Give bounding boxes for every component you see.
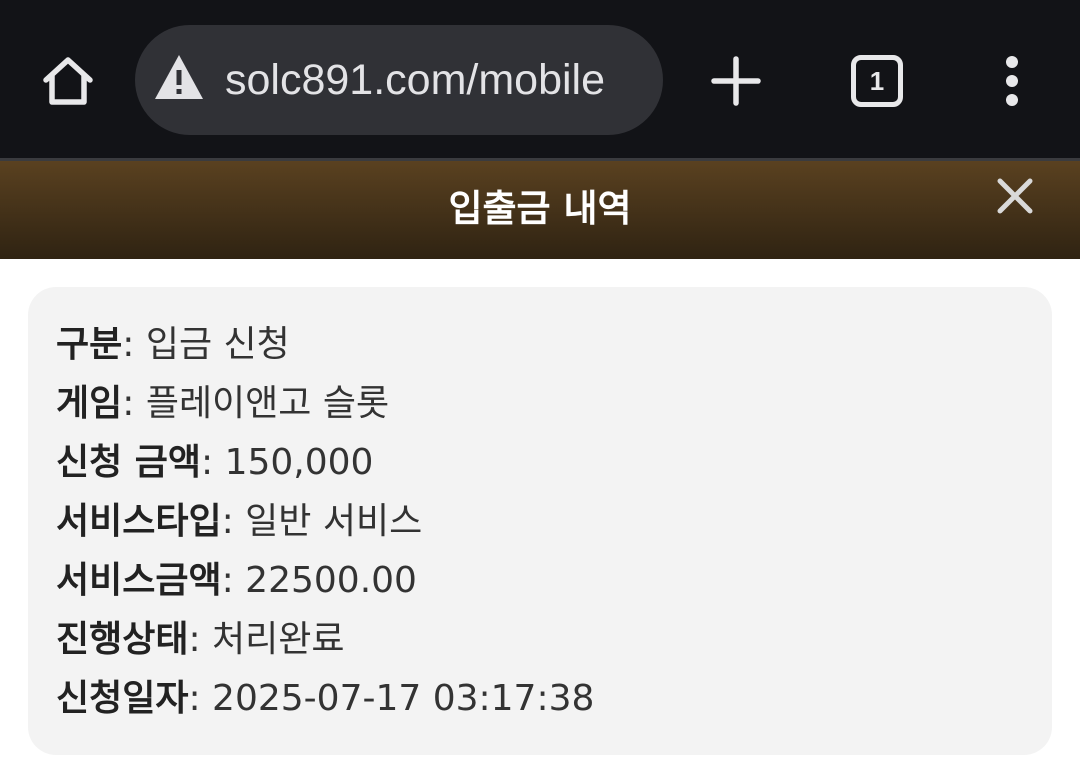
detail-row-date: 신청일자: 2025-07-17 03:17:38	[56, 674, 594, 724]
transaction-detail-card: 구분: 입금 신청 게임: 플레이앤고 슬롯 신청 금액: 150,000 서비…	[28, 287, 1052, 755]
detail-value: : 입금 신청	[122, 324, 290, 365]
close-button[interactable]	[990, 171, 1040, 221]
detail-row-service-amount: 서비스금액: 22500.00	[56, 556, 417, 606]
detail-label: 게임	[56, 383, 123, 424]
detail-label: 서비스금액	[56, 560, 222, 601]
home-icon	[43, 57, 93, 105]
detail-row-status: 진행상태: 처리완료	[56, 615, 345, 665]
more-menu-button[interactable]	[992, 54, 1032, 108]
tab-count: 1	[869, 65, 885, 96]
warning-triangle-icon	[155, 55, 203, 99]
close-icon	[997, 178, 1033, 214]
detail-value: : 처리완료	[188, 619, 345, 660]
detail-value: : 일반 서비스	[221, 501, 423, 542]
detail-value: : 2025-07-17 03:17:38	[188, 678, 595, 719]
more-vertical-icon	[1006, 56, 1018, 106]
new-tab-button[interactable]	[708, 54, 764, 108]
address-bar[interactable]: solc891.com/mobile	[135, 25, 663, 135]
browser-toolbar: solc891.com/mobile 1	[0, 0, 1080, 158]
detail-label: 신청일자	[56, 678, 189, 719]
detail-row-service-type: 서비스타입: 일반 서비스	[56, 497, 422, 547]
detail-row-type: 구분: 입금 신청	[56, 320, 290, 370]
modal-header: 입출금 내역	[0, 161, 1080, 259]
tab-switcher-button[interactable]: 1	[851, 55, 903, 107]
detail-value: : 22500.00	[221, 560, 417, 601]
detail-label: 서비스타입	[56, 501, 222, 542]
detail-label: 구분	[56, 324, 123, 365]
detail-label: 신청 금액	[56, 442, 202, 483]
detail-row-game: 게임: 플레이앤고 슬롯	[56, 379, 389, 429]
url-text: solc891.com/mobile	[225, 56, 606, 104]
modal-title: 입출금 내역	[448, 187, 632, 230]
detail-value: : 플레이앤고 슬롯	[122, 383, 390, 424]
home-button[interactable]	[40, 54, 96, 108]
detail-label: 진행상태	[56, 619, 189, 660]
detail-value: : 150,000	[201, 442, 374, 483]
plus-icon	[711, 56, 761, 106]
detail-row-amount: 신청 금액: 150,000	[56, 438, 373, 488]
